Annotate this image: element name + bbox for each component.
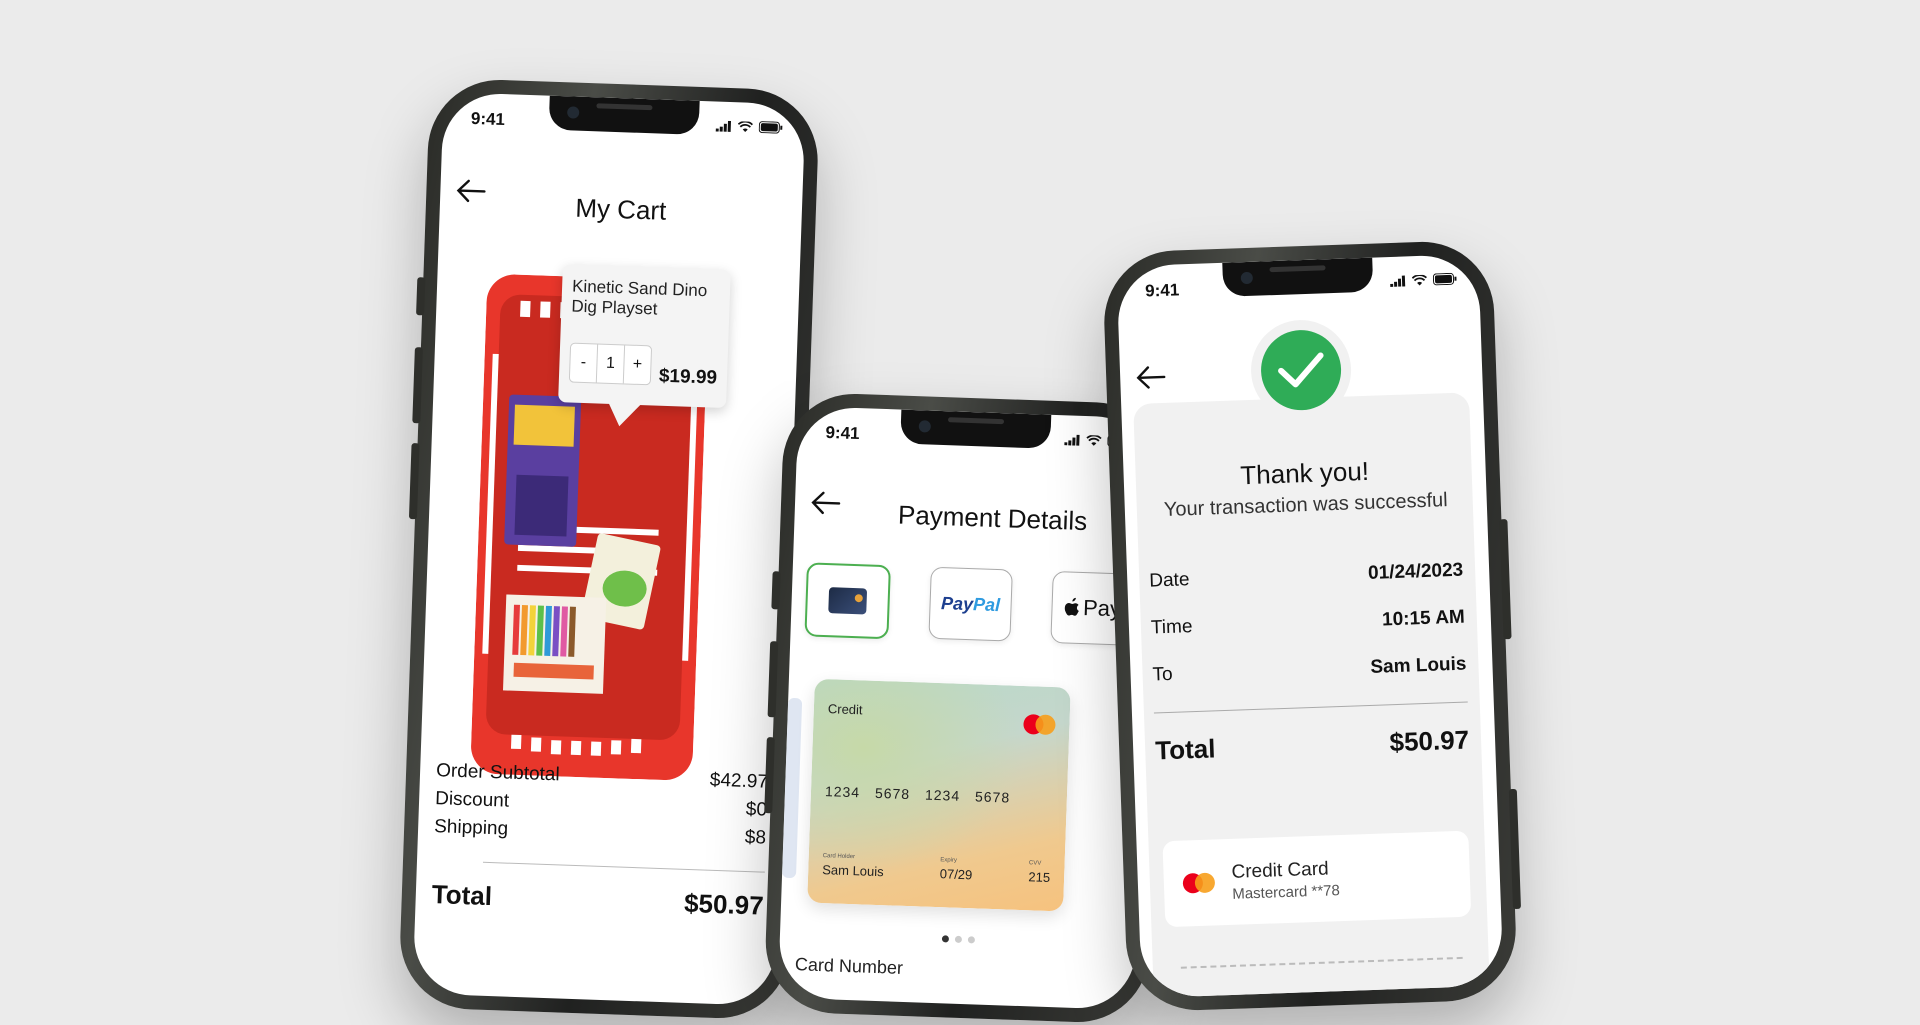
apple-icon	[1064, 597, 1079, 616]
payment-method-subtitle: Mastercard **78	[1232, 881, 1341, 903]
notch	[900, 409, 1052, 449]
success-screen: 9:41 Thank you! Your transaction was suc…	[1116, 253, 1504, 999]
card-cvv: 215	[1028, 869, 1051, 886]
status-time: 9:41	[825, 422, 860, 444]
card-meta: Card Holder Sam Louis Expiry 07/29 CVV 215	[822, 853, 1051, 885]
signal-icon	[715, 120, 732, 132]
mastercard-icon	[1023, 714, 1056, 737]
quantity-stepper: - 1 +	[568, 342, 653, 386]
detail-label: Time	[1150, 615, 1193, 639]
page-title: My Cart	[574, 192, 667, 226]
battery-icon	[1432, 272, 1457, 286]
increment-button[interactable]: +	[624, 345, 651, 384]
divider	[482, 861, 765, 873]
status-time: 9:41	[470, 108, 506, 130]
product-popover: Kinetic Sand Dino Dig Playset - 1 + $19.…	[558, 264, 731, 428]
wifi-icon	[1086, 434, 1102, 446]
wifi-icon	[737, 120, 754, 132]
summary-row: Discount $0	[435, 788, 768, 822]
mastercard-icon	[1182, 872, 1215, 894]
detail-label: To	[1152, 663, 1174, 686]
card-expiry-label: Expiry	[940, 857, 958, 864]
card-cvv-label: CVV	[1028, 860, 1042, 867]
card-holder: Sam Louis	[822, 862, 884, 880]
paypal-method-option[interactable]: PayPal	[928, 566, 1013, 642]
page-title: Payment Details	[897, 499, 1088, 537]
product-price: $19.99	[658, 365, 718, 389]
carousel-dots[interactable]	[780, 930, 1136, 949]
previous-card-peek	[781, 697, 803, 879]
signal-icon	[1064, 434, 1080, 446]
detail-value: 01/24/2023	[1367, 559, 1464, 584]
phone-payment: 9:41 Payment Details PayPal Pay Credit 1…	[763, 391, 1169, 1025]
cart-screen: 9:41 My Cart Kinetic Sand Dino Dig Plays…	[412, 91, 806, 1007]
detail-value: 10:15 AM	[1381, 606, 1466, 630]
status-time: 9:41	[1144, 280, 1180, 301]
credit-card[interactable]: Credit 1234 5678 1234 5678 Card Holder Sa…	[807, 678, 1071, 912]
summary-label: Discount	[434, 788, 510, 812]
notch	[1222, 257, 1374, 297]
summary-value: $42.97	[709, 769, 769, 793]
card-number-label: Card Number	[794, 954, 904, 978]
total-label: Total	[431, 879, 493, 912]
total-value: $50.97	[683, 887, 765, 921]
checkmark-icon	[1259, 328, 1343, 412]
summary-label: Order Subtotal	[435, 760, 561, 786]
credit-card-icon	[828, 587, 868, 615]
order-summary: Order Subtotal $42.97 Discount $0 Shipping…	[431, 760, 768, 921]
payment-screen: 9:41 Payment Details PayPal Pay Credit 1…	[777, 405, 1155, 1011]
summary-row: Shipping $8	[434, 816, 767, 850]
summary-row: Order Subtotal $42.97	[436, 760, 769, 794]
summary-value: $8	[744, 826, 767, 849]
card-method-option[interactable]	[804, 562, 891, 640]
card-expiry: 07/29	[939, 866, 973, 883]
paypal-logo: PayPal	[940, 592, 1001, 615]
applepay-logo: Pay	[1064, 594, 1121, 622]
signal-icon	[1390, 274, 1406, 287]
total-value: $50.97	[1389, 724, 1470, 758]
product-name: Kinetic Sand Dino Dig Playset	[571, 276, 708, 319]
quantity-value: 1	[596, 344, 626, 384]
payment-method-title: Credit Card	[1231, 858, 1329, 883]
payment-method-selector: PayPal Pay	[804, 562, 1135, 647]
status-icons	[1390, 272, 1457, 287]
notch	[548, 95, 700, 135]
summary-label: Shipping	[433, 816, 509, 840]
back-arrow-icon[interactable]	[1136, 365, 1167, 396]
divider	[1153, 701, 1468, 714]
detail-label: Date	[1148, 568, 1190, 592]
phone-cart: 9:41 My Cart Kinetic Sand Dino Dig Plays…	[397, 77, 821, 1021]
total-label: Total	[1154, 733, 1216, 766]
decrement-button[interactable]: -	[569, 343, 599, 383]
card-type: Credit	[827, 701, 863, 718]
detail-value: Sam Louis	[1370, 653, 1467, 678]
card-number: 1234 5678 1234 5678	[824, 783, 1011, 806]
battery-icon	[758, 121, 783, 134]
status-icons	[715, 119, 783, 134]
card-holder-label: Card Holder	[822, 853, 856, 861]
transaction-details: Date 01/24/2023 Time 10:15 AM To Sam Louis …	[1149, 547, 1470, 767]
wifi-icon	[1411, 274, 1428, 285]
phone-success: 9:41 Thank you! Your transaction was suc…	[1101, 239, 1521, 1013]
detail-row: To Sam Louis	[1152, 641, 1467, 699]
total-row: Total $50.97	[431, 879, 764, 922]
payment-method-card: Credit Card Mastercard **78	[1162, 830, 1472, 928]
